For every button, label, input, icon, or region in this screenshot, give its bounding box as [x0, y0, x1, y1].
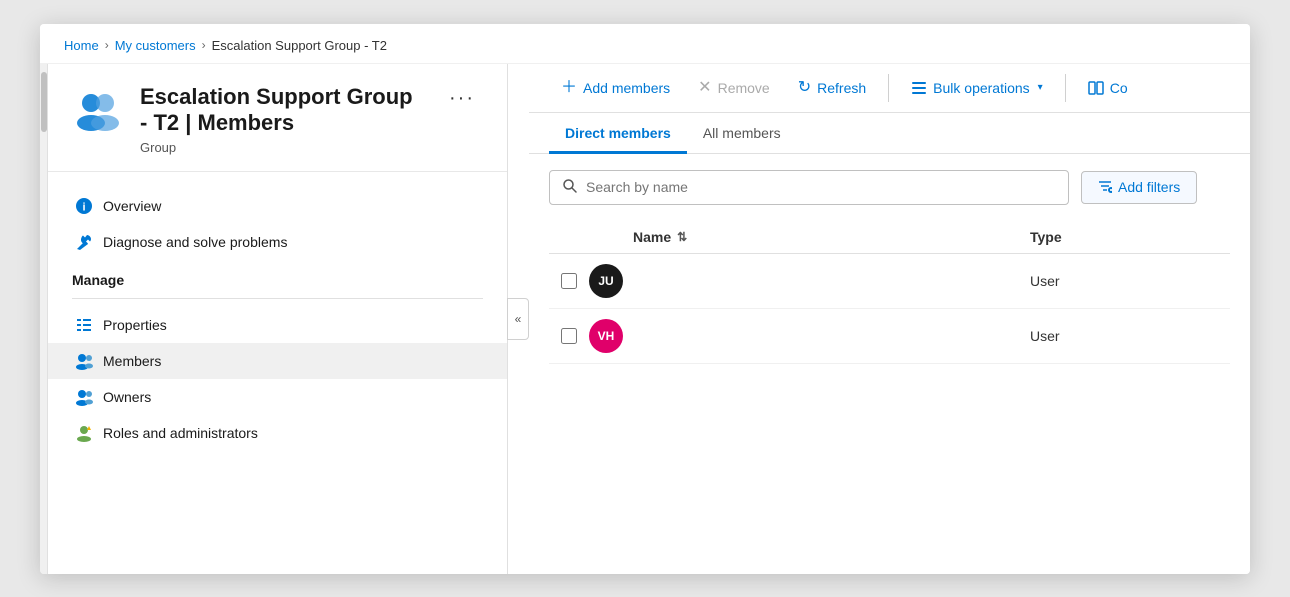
breadcrumb: Home › My customers › Escalation Support… — [40, 24, 1250, 64]
type-column-label: Type — [1030, 229, 1062, 245]
sidebar-item-members[interactable]: Members — [48, 343, 507, 379]
wrench-icon — [75, 233, 93, 251]
sidebar-scrollbar[interactable] — [40, 64, 48, 574]
add-members-button[interactable]: ＋ Add members — [549, 74, 682, 102]
table-header: Name ⇅ Type — [549, 221, 1230, 254]
sidebar-item-overview-label: Overview — [103, 198, 161, 214]
collapse-icon: « — [515, 312, 522, 326]
breadcrumb-sep-2: › — [202, 38, 206, 52]
bulk-icon — [911, 80, 927, 96]
sidebar-wrapper: Escalation Support Group - T2 | Members … — [40, 64, 529, 574]
sidebar-item-owners-label: Owners — [103, 389, 151, 405]
columns-button[interactable]: Co — [1076, 74, 1140, 102]
tab-direct-members[interactable]: Direct members — [549, 113, 687, 154]
row-1-checkbox-input[interactable] — [561, 273, 577, 289]
sidebar-item-diagnose-label: Diagnose and solve problems — [103, 234, 287, 250]
members-icon — [75, 352, 93, 370]
tab-all-members[interactable]: All members — [687, 113, 797, 154]
filter-icon — [1098, 179, 1112, 196]
columns-label: Co — [1110, 80, 1128, 96]
svg-text:i: i — [82, 202, 85, 214]
refresh-icon: ↻ — [798, 80, 811, 96]
avatar-ju: JU — [589, 264, 623, 298]
group-title: Escalation Support Group - T2 | Members — [140, 84, 425, 137]
breadcrumb-current: Escalation Support Group - T2 — [212, 38, 387, 53]
header-name[interactable]: Name ⇅ — [633, 229, 1030, 245]
info-icon: i — [75, 197, 93, 215]
sidebar-item-roles[interactable]: Roles and administrators — [48, 415, 507, 451]
group-subtitle: Group — [140, 140, 425, 155]
breadcrumb-my-customers[interactable]: My customers — [115, 38, 196, 53]
remove-icon: ✕ — [698, 80, 711, 96]
group-icon — [72, 84, 124, 136]
nav-divider — [72, 298, 483, 299]
row-1-type: User — [1030, 273, 1230, 289]
row-1-checkbox[interactable] — [549, 273, 589, 289]
bulk-operations-label: Bulk operations — [933, 80, 1030, 96]
sidebar-item-owners[interactable]: Owners — [48, 379, 507, 415]
sidebar-item-overview[interactable]: i Overview — [48, 188, 507, 224]
sort-icon[interactable]: ⇅ — [677, 230, 687, 244]
search-filter-row: Add filters — [529, 154, 1250, 221]
remove-button[interactable]: ✕ Remove — [686, 74, 782, 102]
sidebar: Escalation Support Group - T2 | Members … — [48, 64, 508, 574]
breadcrumb-home[interactable]: Home — [64, 38, 99, 53]
bulk-operations-button[interactable]: Bulk operations ▾ — [899, 74, 1055, 102]
avatar-vh: VH — [589, 319, 623, 353]
search-input[interactable] — [586, 179, 1056, 195]
roles-icon — [75, 424, 93, 442]
more-button[interactable]: ··· — [441, 84, 483, 112]
tabs-row: Direct members All members — [529, 113, 1250, 154]
group-icon-svg — [73, 85, 123, 135]
search-box — [549, 170, 1069, 205]
row-2-avatar: VH — [589, 319, 633, 353]
tab-all-members-label: All members — [703, 125, 781, 141]
bulk-dropdown-arrow: ▾ — [1038, 82, 1043, 93]
row-2-checkbox-input[interactable] — [561, 328, 577, 344]
columns-icon — [1088, 80, 1104, 96]
content-area: ＋ Add members ✕ Remove ↻ Refresh Bulk — [529, 64, 1250, 574]
tab-direct-members-label: Direct members — [565, 125, 671, 141]
app-window: Home › My customers › Escalation Support… — [40, 24, 1250, 574]
toolbar-separator-1 — [888, 74, 889, 102]
toolbar: ＋ Add members ✕ Remove ↻ Refresh Bulk — [529, 64, 1250, 113]
add-members-label: Add members — [583, 80, 670, 96]
members-table: Name ⇅ Type JU User — [529, 221, 1250, 364]
breadcrumb-sep-1: › — [105, 38, 109, 52]
refresh-button[interactable]: ↻ Refresh — [786, 74, 878, 102]
group-header: Escalation Support Group - T2 | Members … — [48, 64, 507, 173]
row-2-type: User — [1030, 328, 1230, 344]
name-column-label: Name — [633, 229, 671, 245]
remove-label: Remove — [718, 80, 770, 96]
header-type: Type — [1030, 229, 1230, 245]
sidebar-collapse-button[interactable]: « — [507, 298, 529, 340]
table-row: JU User — [549, 254, 1230, 309]
table-row: VH User — [549, 309, 1230, 364]
sidebar-item-properties[interactable]: Properties — [48, 307, 507, 343]
refresh-label: Refresh — [817, 80, 866, 96]
row-2-checkbox[interactable] — [549, 328, 589, 344]
sidebar-item-members-label: Members — [103, 353, 161, 369]
add-filters-button[interactable]: Add filters — [1081, 171, 1197, 204]
scroll-thumb — [41, 72, 47, 132]
sidebar-item-properties-label: Properties — [103, 317, 167, 333]
main-area: Escalation Support Group - T2 | Members … — [40, 64, 1250, 574]
search-icon — [562, 178, 578, 197]
group-title-block: Escalation Support Group - T2 | Members … — [140, 84, 425, 156]
sidebar-nav: i Overview Diagnose and solve problems M… — [48, 172, 507, 573]
manage-label: Manage — [48, 260, 507, 294]
sidebar-item-diagnose[interactable]: Diagnose and solve problems — [48, 224, 507, 260]
sidebar-item-roles-label: Roles and administrators — [103, 425, 258, 441]
owners-icon — [75, 388, 93, 406]
add-filters-label: Add filters — [1118, 179, 1180, 195]
properties-icon — [75, 316, 93, 334]
row-1-avatar: JU — [589, 264, 633, 298]
add-icon: ＋ — [561, 80, 577, 96]
toolbar-separator-2 — [1065, 74, 1066, 102]
